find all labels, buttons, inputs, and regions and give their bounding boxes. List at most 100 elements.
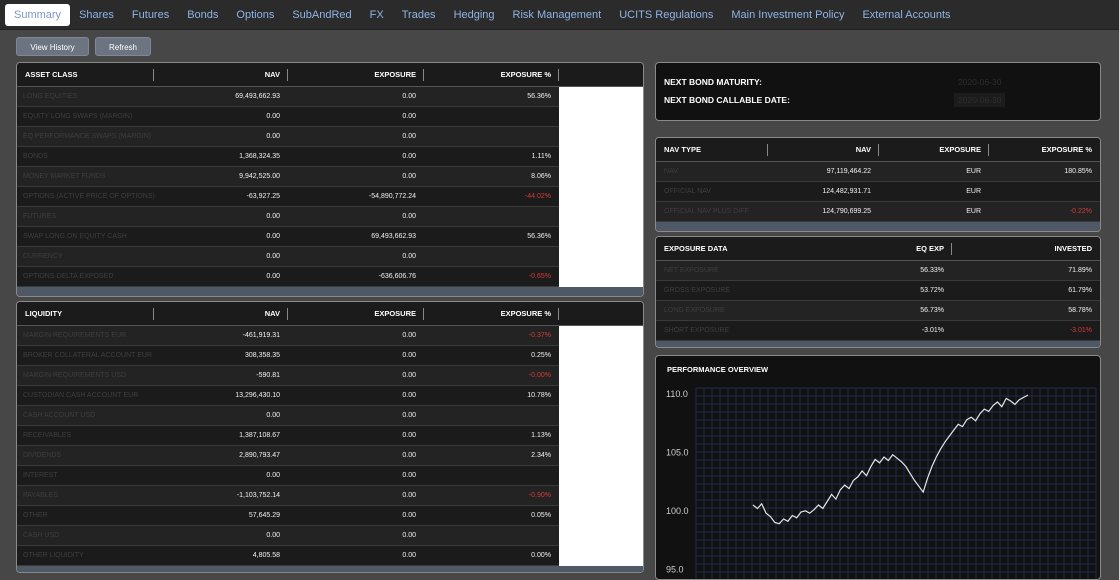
exposure-value: 0.00: [402, 352, 416, 359]
row-label: OPTIONS (ACTIVE PRICE OF OPTIONS): [23, 193, 155, 200]
tab-hedging[interactable]: Hedging: [445, 4, 504, 26]
row-label: OPTIONS DELTA EXPOSED: [23, 273, 114, 280]
exposure-pct-value: 0.05%: [531, 512, 551, 519]
nav-value: 0.00: [266, 412, 280, 419]
table-row[interactable]: PAYABLES -1,103,752.14 0.00 -0.90%: [17, 486, 559, 506]
nav-value: 1,387,108.67: [239, 432, 280, 439]
tab-risk-management[interactable]: Risk Management: [504, 4, 611, 26]
table-row[interactable]: OFFICIAL NAV 124,482,931.71 EUR: [656, 182, 1100, 202]
table-row[interactable]: MONEY MARKET FUNDS 9,942,525.00 0.00 8.06%: [17, 167, 559, 187]
eq-exp-value: -3.01%: [921, 327, 944, 334]
invested-value: 71.89%: [1068, 267, 1092, 274]
row-label: SHORT EXPOSURE: [664, 327, 730, 334]
table-row[interactable]: OPTIONS (ACTIVE PRICE OF OPTIONS) -63,927…: [17, 187, 559, 207]
exposure-value: 0.00: [402, 93, 416, 100]
exposure-value: 0.00: [402, 392, 416, 399]
exposure-pct-value: [427, 207, 551, 227]
row-label: SWAP LONG ON EQUITY CASH: [23, 233, 127, 240]
table-row[interactable]: FUTURES 0.00 0.00: [17, 207, 559, 227]
row-label: GROSS EXPOSURE: [664, 287, 731, 294]
tab-summary[interactable]: Summary: [5, 4, 71, 26]
table-row[interactable]: BROKER COLLATERAL ACCOUNT EUR 308,358.35 0…: [17, 346, 559, 366]
row-label: LONG EXPOSURE: [664, 307, 725, 314]
table-row[interactable]: CUSTODIAN CASH ACCOUNT EUR 13,296,430.10 0…: [17, 386, 559, 406]
tab-external-accounts[interactable]: External Accounts: [853, 4, 959, 26]
horizontal-scrollbar[interactable]: [656, 222, 1100, 231]
performance-panel: PERFORMANCE OVERVIEW 110.0 105.0 100.0 95.0: [655, 355, 1101, 580]
exposure-pct-value: 56.36%: [527, 93, 551, 100]
exposure-value: 0.00: [402, 253, 416, 260]
horizontal-scrollbar[interactable]: [17, 566, 643, 572]
col-liquidity: LIQUIDITY: [25, 309, 63, 318]
performance-line: [752, 394, 1029, 525]
exposure-value: -54,890,772.24: [368, 193, 416, 200]
exposure-pct-value: 1.11%: [531, 153, 551, 160]
col-invested: INVESTED: [1054, 244, 1092, 253]
table-row[interactable]: SWAP LONG ON EQUITY CASH 0.00 69,493,662.9…: [17, 227, 559, 247]
tab-ucits-regulations[interactable]: UCITS Regulations: [610, 4, 722, 26]
nav-type-panel: NAV TYPE NAV EXPOSURE EXPOSURE % NAV 97,1…: [655, 137, 1101, 232]
exposure-pct-value: [992, 182, 1092, 202]
row-label: RECEIVABLES: [23, 432, 72, 439]
tab-options[interactable]: Options: [227, 4, 283, 26]
table-row[interactable]: INTEREST 0.00 0.00: [17, 466, 559, 486]
refresh-button[interactable]: Refresh: [95, 37, 151, 56]
tab-list: Summary Shares Futures Bonds Options SubAndRe…: [5, 4, 960, 26]
next-bond-callable-value: 2020-06-30: [954, 93, 1006, 107]
table-row[interactable]: MARGIN REQUIREMENTS EUR -461,919.31 0.00 -0…: [17, 326, 559, 346]
table-row[interactable]: CASH ACCOUNT USD 0.00 0.00: [17, 406, 559, 426]
exposure-pct-value: [427, 406, 551, 426]
table-row[interactable]: OPTIONS DELTA EXPOSED 0.00 -636,606.76 -0.6…: [17, 267, 559, 287]
exposure-value: 0.00: [402, 452, 416, 459]
view-history-button[interactable]: View History: [16, 37, 89, 56]
table-row[interactable]: OTHER LIQUIDITY 4,805.58 0.00 0.00%: [17, 546, 559, 566]
exposure-pct-value: [427, 107, 551, 127]
tab-fx[interactable]: FX: [361, 4, 393, 26]
row-label: OTHER LIQUIDITY: [23, 552, 84, 559]
nav-value: 4,805.58: [252, 552, 280, 559]
exposure-pct-value: -0.65%: [528, 273, 551, 280]
table-row[interactable]: NET EXPOSURE 56.33% 71.89%: [656, 261, 1100, 281]
table-row[interactable]: DIVIDENDS 2,890,793.47 0.00 2.34%: [17, 446, 559, 466]
table-row[interactable]: MARGIN REQUIREMENTS USD -590.81 0.00 -0.00%: [17, 366, 559, 386]
exposure-value: 0.00: [402, 372, 416, 379]
table-row[interactable]: BONDS 1,368,324.35 0.00 1.11%: [17, 147, 559, 167]
col-nav-type: NAV TYPE: [664, 145, 701, 154]
tab-shares[interactable]: Shares: [70, 4, 123, 26]
exposure-pct-value: [427, 466, 551, 486]
tab-futures[interactable]: Futures: [123, 4, 178, 26]
next-bond-maturity-label: NEXT BOND MATURITY:: [664, 77, 762, 87]
row-label: MARGIN REQUIREMENTS EUR: [23, 332, 127, 339]
table-row[interactable]: CASH USD 0.00 0.00: [17, 526, 559, 546]
row-label: FUTURES: [23, 213, 57, 220]
table-row[interactable]: LONG EXPOSURE 56.73% 58.78%: [656, 301, 1100, 321]
asset-class-panel: ASSET CLASS NAV EXPOSURE EXPOSURE % LONG…: [16, 62, 644, 297]
tab-trades[interactable]: Trades: [393, 4, 445, 26]
next-bond-maturity-value: 2020-06-30: [958, 77, 1002, 87]
table-row[interactable]: CURRENCY 0.00 0.00: [17, 247, 559, 267]
top-tab-bar: Summary Shares Futures Bonds Options SubAndRe…: [0, 0, 1119, 30]
table-row[interactable]: GROSS EXPOSURE 53.72% 61.79%: [656, 281, 1100, 301]
exposure-value: 69,493,662.93: [371, 233, 416, 240]
nav-type-header: NAV TYPE NAV EXPOSURE EXPOSURE %: [656, 138, 1100, 162]
tab-subandred[interactable]: SubAndRed: [283, 4, 360, 26]
row-label: NET EXPOSURE: [664, 267, 719, 274]
tab-main-investment-policy[interactable]: Main Investment Policy: [722, 4, 853, 26]
y-tick-label: 100.0: [666, 506, 689, 516]
row-label: CURRENCY: [23, 253, 63, 260]
exposure-data-header: EXPOSURE DATA EQ EXP INVESTED: [656, 237, 1100, 261]
table-row[interactable]: LONG EQUITIES 69,493,662.93 0.00 56.36%: [17, 87, 559, 107]
table-row[interactable]: OTHER 57,645.29 0.00 0.05%: [17, 506, 559, 526]
liquidity-panel: LIQUIDITY NAV EXPOSURE EXPOSURE % MARGIN…: [16, 301, 644, 573]
table-row[interactable]: EQUITY LONG SWAPS (MARGIN) 0.00 0.00: [17, 107, 559, 127]
horizontal-scrollbar[interactable]: [17, 287, 643, 296]
horizontal-scrollbar[interactable]: [656, 341, 1100, 347]
exposure-value: EUR: [966, 168, 981, 175]
table-row[interactable]: OFFICIAL NAV PLUS DIFF 124,790,699.25 EUR -…: [656, 202, 1100, 222]
exposure-pct-value: -0.22%: [1069, 208, 1092, 215]
tab-bonds[interactable]: Bonds: [178, 4, 227, 26]
table-row[interactable]: EQ PERFORMANCE SWAPS (MARGIN) 0.00 0.00: [17, 127, 559, 147]
table-row[interactable]: RECEIVABLES 1,387,108.67 0.00 1.13%: [17, 426, 559, 446]
table-row[interactable]: NAV 97,119,464.22 EUR 180.85%: [656, 162, 1100, 182]
table-row[interactable]: SHORT EXPOSURE -3.01% -3.01%: [656, 321, 1100, 341]
